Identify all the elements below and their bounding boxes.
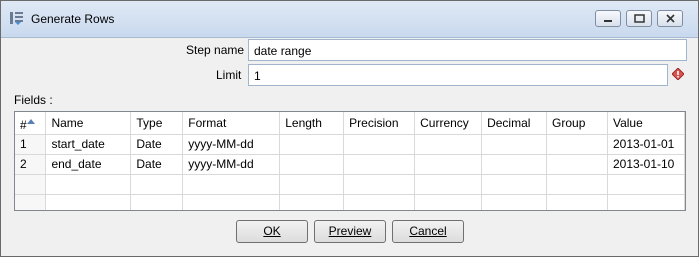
- fields-label: Fields :: [14, 93, 53, 107]
- cancel-button[interactable]: Cancel: [392, 220, 464, 243]
- precision-cell[interactable]: [343, 134, 416, 155]
- row-number-cell: [15, 174, 47, 195]
- limit-label: Limit: [216, 68, 242, 82]
- column-header-format[interactable]: Format: [182, 112, 281, 135]
- currency-cell[interactable]: [414, 194, 483, 210]
- currency-cell[interactable]: [414, 174, 483, 195]
- minimize-button[interactable]: [595, 10, 621, 27]
- length-cell[interactable]: [279, 194, 345, 210]
- currency-cell[interactable]: [414, 134, 483, 155]
- name-cell[interactable]: end_date: [45, 154, 132, 175]
- fields-table[interactable]: # Name Type Format Length Precision Curr…: [14, 111, 686, 211]
- value-cell[interactable]: 2013-01-10: [607, 154, 685, 175]
- row-number-cell: [15, 194, 47, 210]
- precision-cell[interactable]: [343, 174, 416, 195]
- length-cell[interactable]: [279, 174, 345, 195]
- column-header-value[interactable]: Value: [607, 112, 685, 135]
- group-cell[interactable]: [546, 154, 608, 175]
- limit-input[interactable]: 1: [248, 64, 668, 86]
- name-cell[interactable]: [45, 174, 132, 195]
- name-cell[interactable]: [45, 194, 132, 210]
- generate-rows-dialog: Generate Rows Step name date range Limit…: [0, 0, 699, 257]
- group-cell[interactable]: [546, 194, 608, 210]
- column-header-precision[interactable]: Precision: [343, 112, 416, 135]
- column-header-length[interactable]: Length: [279, 112, 345, 135]
- step-name-input[interactable]: date range: [248, 39, 687, 61]
- type-cell[interactable]: [130, 174, 184, 195]
- group-cell[interactable]: [546, 174, 608, 195]
- format-cell[interactable]: [182, 194, 281, 210]
- table-row[interactable]: [15, 174, 685, 195]
- table-header-row: # Name Type Format Length Precision Curr…: [15, 112, 685, 135]
- decimal-cell[interactable]: [481, 194, 548, 210]
- column-header-number[interactable]: #: [15, 112, 47, 135]
- precision-cell[interactable]: [343, 194, 416, 210]
- column-header-decimal[interactable]: Decimal: [481, 112, 548, 135]
- name-cell[interactable]: start_date: [45, 134, 132, 155]
- format-cell[interactable]: yyyy-MM-dd: [182, 154, 281, 175]
- column-header-group[interactable]: Group: [546, 112, 608, 135]
- currency-cell[interactable]: [414, 154, 483, 175]
- value-cell[interactable]: [607, 194, 685, 210]
- decimal-cell[interactable]: [481, 174, 548, 195]
- length-cell[interactable]: [279, 134, 345, 155]
- preview-button[interactable]: Preview: [314, 220, 386, 243]
- title-bar[interactable]: Generate Rows: [1, 1, 698, 38]
- table-row[interactable]: 1 start_date Date yyyy-MM-dd 2013-01-01: [15, 134, 685, 155]
- ok-button[interactable]: OK: [236, 220, 308, 243]
- generate-rows-app-icon: [9, 10, 25, 26]
- close-button[interactable]: [657, 10, 683, 27]
- table-row[interactable]: [15, 194, 685, 210]
- fields-grid: # Name Type Format Length Precision Curr…: [15, 112, 685, 210]
- decimal-cell[interactable]: [481, 134, 548, 155]
- type-cell[interactable]: [130, 194, 184, 210]
- type-cell[interactable]: Date: [130, 154, 184, 175]
- sort-ascending-icon: [27, 113, 35, 127]
- maximize-button[interactable]: [626, 10, 652, 27]
- column-header-type[interactable]: Type: [130, 112, 184, 135]
- column-header-name[interactable]: Name: [45, 112, 132, 135]
- row-number-cell: 2: [15, 154, 47, 175]
- precision-cell[interactable]: [343, 154, 416, 175]
- decimal-cell[interactable]: [481, 154, 548, 175]
- row-number-cell: 1: [15, 134, 47, 155]
- value-cell[interactable]: 2013-01-01: [607, 134, 685, 155]
- table-row[interactable]: 2 end_date Date yyyy-MM-dd 2013-01-10: [15, 154, 685, 175]
- length-cell[interactable]: [279, 154, 345, 175]
- format-cell[interactable]: yyyy-MM-dd: [182, 134, 281, 155]
- group-cell[interactable]: [546, 134, 608, 155]
- type-cell[interactable]: Date: [130, 134, 184, 155]
- value-cell[interactable]: [607, 174, 685, 195]
- format-cell[interactable]: [182, 174, 281, 195]
- column-header-currency[interactable]: Currency: [414, 112, 483, 135]
- window-title: Generate Rows: [31, 12, 115, 26]
- variable-warning-icon: [671, 67, 685, 81]
- step-name-label: Step name: [186, 43, 245, 57]
